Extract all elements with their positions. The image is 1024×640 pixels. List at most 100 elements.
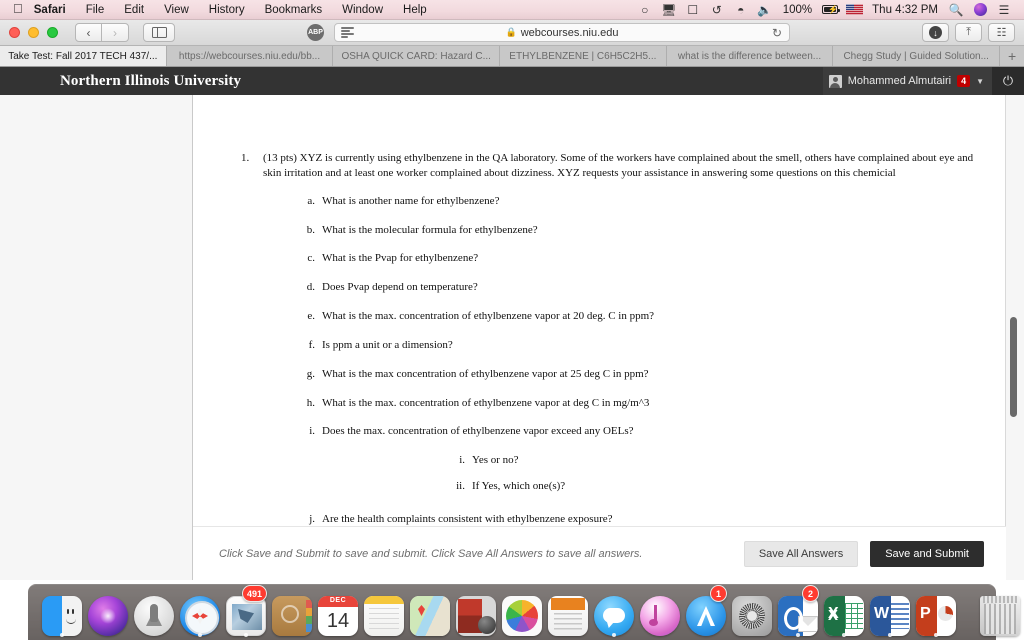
- browser-tab[interactable]: Chegg Study | Guided Solution...: [833, 46, 1001, 66]
- dock-item-photos[interactable]: [502, 588, 542, 636]
- outlook-icon: [778, 596, 818, 636]
- forward-button[interactable]: ›: [102, 23, 129, 42]
- part-letter: e.: [307, 310, 315, 323]
- minimize-window-button[interactable]: [28, 27, 39, 38]
- address-bar[interactable]: 🔒 webcourses.niu.edu ↻: [334, 23, 790, 42]
- part-letter: j.: [309, 512, 315, 525]
- question-stem: (13 pts) XYZ is currently using ethylben…: [263, 152, 974, 179]
- dock-item-powerpoint[interactable]: P: [916, 588, 956, 637]
- menu-item-bookmarks[interactable]: Bookmarks: [255, 0, 333, 20]
- shazam-icon[interactable]: ○: [633, 0, 657, 20]
- running-indicator: [934, 633, 938, 637]
- dock-item-itunes[interactable]: [640, 588, 680, 636]
- dock-item-notes[interactable]: [364, 588, 404, 636]
- dock-item-siri[interactable]: [88, 588, 128, 636]
- menu-item-edit[interactable]: Edit: [114, 0, 154, 20]
- dock-item-outlook[interactable]: 2: [778, 585, 819, 637]
- question-number: 1.: [241, 152, 250, 164]
- dock-item-finder[interactable]: [42, 588, 82, 637]
- running-indicator: [612, 633, 616, 637]
- tab-overview-button[interactable]: ☷: [988, 23, 1015, 42]
- apple-menu-icon[interactable]: : [0, 2, 34, 15]
- save-and-submit-button[interactable]: Save and Submit: [870, 540, 984, 567]
- part-text: Does the max. concentration of ethylbenz…: [322, 425, 634, 438]
- dock-item-calendar[interactable]: DEC 14: [318, 588, 358, 636]
- back-button[interactable]: ‹: [75, 23, 102, 42]
- dock-item-photo-booth[interactable]: [456, 588, 496, 636]
- running-indicator: [198, 633, 202, 637]
- close-window-button[interactable]: [9, 27, 20, 38]
- maximize-window-button[interactable]: [47, 27, 58, 38]
- volume-icon[interactable]: 🔈: [753, 0, 777, 20]
- menu-item-help[interactable]: Help: [393, 0, 437, 20]
- browser-tab[interactable]: Take Test: Fall 2017 TECH 437/...: [0, 46, 167, 66]
- browser-tab[interactable]: https://webcourses.niu.edu/bb...: [166, 46, 334, 66]
- part-letter: d.: [306, 281, 315, 294]
- question-part: e. What is the max. concentration of eth…: [193, 309, 1005, 324]
- contacts-icon: [272, 596, 312, 636]
- trash-icon: [980, 596, 1020, 636]
- page-scrollbar-track[interactable]: [1006, 95, 1024, 580]
- app-store-icon: [686, 596, 726, 636]
- notification-center-icon[interactable]: ☰: [992, 0, 1016, 20]
- dock-item-contacts[interactable]: [272, 588, 312, 636]
- question-part: g. What is the max concentration of ethy…: [193, 367, 1005, 382]
- airplay-icon[interactable]: ☐: [681, 0, 705, 20]
- wifi-icon[interactable]: ◓: [729, 0, 753, 20]
- menu-item-file[interactable]: File: [76, 0, 115, 20]
- navigation-buttons: ‹ ›: [75, 23, 129, 42]
- dock-item-word[interactable]: W: [870, 588, 910, 637]
- lock-icon: 🔒: [505, 27, 517, 37]
- sidebar-toggle-button[interactable]: [143, 23, 175, 42]
- menu-item-window[interactable]: Window: [332, 0, 393, 20]
- part-text: Does Pvap depend on temperature?: [322, 281, 478, 294]
- dock-item-messages[interactable]: [594, 588, 634, 637]
- display-icon[interactable]: 🖥: [657, 0, 681, 20]
- menu-item-safari[interactable]: Safari: [34, 0, 76, 20]
- dock-item-launchpad[interactable]: [134, 588, 174, 636]
- spotlight-search-icon[interactable]: 🔍: [944, 0, 968, 20]
- excel-letter: X: [828, 605, 839, 622]
- browser-tab[interactable]: ETHYLBENZENE | C6H5C2H5...: [500, 46, 667, 66]
- dock-item-app-store[interactable]: 1: [686, 585, 727, 636]
- document-lines-icon: [891, 603, 909, 629]
- dock-item-system-preferences[interactable]: [732, 588, 772, 636]
- siri-icon: [88, 596, 128, 636]
- adblock-plus-button[interactable]: ABP: [307, 24, 324, 41]
- save-all-answers-button[interactable]: Save All Answers: [743, 540, 859, 567]
- dock-item-excel[interactable]: X: [824, 588, 864, 637]
- address-bar-url: webcourses.niu.edu: [520, 26, 619, 39]
- share-button[interactable]: ⤒: [955, 23, 982, 42]
- mail-icon: [226, 596, 266, 636]
- new-tab-button[interactable]: +: [1000, 46, 1024, 66]
- part-letter: c.: [307, 252, 315, 265]
- question-part: i. Does the max. concentration of ethylb…: [193, 424, 1005, 439]
- window-controls: [0, 27, 58, 38]
- us-flag-icon[interactable]: [842, 0, 866, 20]
- menu-item-history[interactable]: History: [199, 0, 255, 20]
- browser-tab-title: Chegg Study | Guided Solution...: [843, 50, 989, 62]
- logout-button[interactable]: ⏻: [992, 67, 1024, 95]
- browser-tab[interactable]: what is the difference between...: [666, 46, 834, 66]
- dock-item-mail[interactable]: 491: [226, 585, 267, 637]
- dock-item-pages[interactable]: [548, 588, 588, 636]
- user-menu-button[interactable]: Mohammed Almutairi 4 ▼: [822, 67, 992, 95]
- browser-tab[interactable]: OSHA QUICK CARD: Hazard C...: [333, 46, 501, 66]
- page-scrollbar-thumb[interactable]: [1010, 317, 1017, 417]
- downloads-button[interactable]: ↓: [922, 23, 949, 42]
- photos-icon: [502, 596, 542, 636]
- menu-bar-clock[interactable]: Thu 4:32 PM: [866, 4, 944, 16]
- menu-item-view[interactable]: View: [154, 0, 199, 20]
- part-letter: h.: [306, 396, 315, 409]
- battery-charging-icon[interactable]: ⚡: [818, 0, 842, 20]
- dock-item-safari[interactable]: [180, 588, 220, 637]
- question-subpart: ii. If Yes, which one(s)?: [193, 479, 1005, 494]
- dock-item-trash[interactable]: [980, 588, 1020, 636]
- downloads-icon: ↓: [929, 26, 942, 39]
- time-machine-icon[interactable]: ↺: [705, 0, 729, 20]
- envelope-icon: [798, 616, 818, 632]
- siri-icon[interactable]: [968, 0, 992, 20]
- dock-item-maps[interactable]: [410, 588, 450, 636]
- address-bar-content: 🔒 webcourses.niu.edu: [335, 27, 789, 39]
- browser-tab-title: Take Test: Fall 2017 TECH 437/...: [8, 50, 158, 62]
